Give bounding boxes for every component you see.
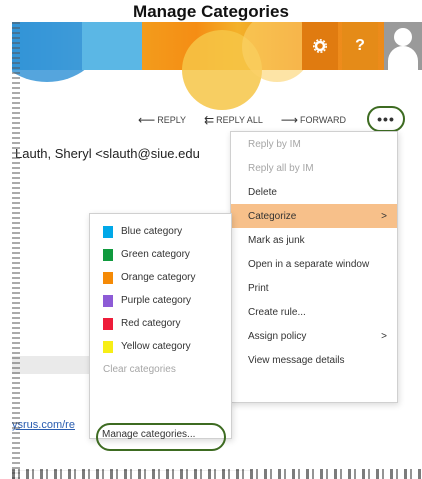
- manage-categories-item[interactable]: Manage categories...: [102, 429, 195, 440]
- category-item[interactable]: Red category: [90, 312, 231, 335]
- avatar-head: [394, 28, 412, 46]
- banner-shape: [82, 22, 142, 70]
- category-label: Red category: [121, 318, 181, 329]
- category-label: Purple category: [121, 295, 192, 306]
- reply-all-label: REPLY ALL: [216, 115, 263, 125]
- menu-item-label: Open in a separate window: [248, 258, 370, 270]
- category-item[interactable]: Blue category: [90, 220, 231, 243]
- avatar-body: [388, 46, 418, 70]
- menu-item[interactable]: Categorize >: [231, 204, 397, 228]
- outlook-screenshot: ? ⟵ REPLY ⇇ REPLY ALL ⟶ FORWARD ••• Laut…: [12, 22, 422, 479]
- category-label: Blue category: [121, 226, 183, 237]
- menu-item-label: Categorize: [248, 210, 297, 222]
- category-label: Green category: [121, 249, 190, 260]
- menu-item-label: Print: [248, 282, 269, 294]
- divider-bar: [12, 356, 92, 374]
- category-item[interactable]: Purple category: [90, 289, 231, 312]
- forward-button[interactable]: ⟶ FORWARD: [281, 113, 346, 127]
- menu-item[interactable]: View message details: [231, 348, 397, 372]
- menu-item[interactable]: Assign policy >: [231, 324, 397, 348]
- categorize-submenu: Blue category Green category Orange catego…: [89, 213, 232, 439]
- forward-arrow-icon: ⟶: [280, 113, 299, 127]
- reply-all-button[interactable]: ⇇ REPLY ALL: [204, 113, 263, 127]
- menu-item-label: Mark as junk: [248, 234, 305, 246]
- category-item[interactable]: Yellow category: [90, 335, 231, 358]
- category-color-swatch: [103, 248, 113, 261]
- menu-item: Reply by IM: [231, 132, 397, 156]
- torn-edge-bottom: [12, 469, 422, 479]
- gear-icon[interactable]: [302, 22, 338, 70]
- category-item[interactable]: Orange category: [90, 266, 231, 289]
- torn-edge-left: [12, 22, 20, 479]
- more-actions-button[interactable]: •••: [367, 106, 405, 132]
- menu-item-label: Reply all by IM: [248, 162, 314, 174]
- message-link[interactable]: ysrus.com/re: [12, 419, 75, 431]
- gear-icon-svg: [313, 39, 327, 53]
- reply-button[interactable]: ⟵ REPLY: [138, 113, 186, 127]
- help-button[interactable]: ?: [342, 22, 378, 70]
- sender-line: Lauth, Sheryl <slauth@siue.edu: [15, 146, 200, 161]
- user-avatar-icon[interactable]: [384, 22, 422, 70]
- category-color-swatch: [103, 294, 113, 307]
- reply-all-arrow-icon: ⇇: [204, 113, 215, 127]
- menu-item-label: Assign policy: [248, 330, 307, 342]
- clear-categories-item: Clear categories: [103, 364, 176, 375]
- message-action-bar: ⟵ REPLY ⇇ REPLY ALL ⟶ FORWARD: [138, 112, 346, 128]
- forward-label: FORWARD: [300, 115, 347, 125]
- menu-item[interactable]: Print: [231, 276, 397, 300]
- category-color-swatch: [103, 271, 113, 284]
- context-menu: Reply by IM Reply all by IM Delete Categori…: [230, 131, 398, 403]
- menu-item[interactable]: Mark as junk: [231, 228, 397, 252]
- menu-item-label: Reply by IM: [248, 138, 301, 150]
- category-color-swatch: [103, 340, 113, 353]
- menu-item[interactable]: Create rule...: [231, 300, 397, 324]
- category-item[interactable]: Green category: [90, 243, 231, 266]
- menu-item[interactable]: Open in a separate window: [231, 252, 397, 276]
- header-banner: ?: [12, 22, 422, 110]
- reply-arrow-icon: ⟵: [138, 113, 156, 127]
- category-label: Yellow category: [121, 341, 191, 352]
- page-title: Manage Categories: [133, 2, 289, 21]
- chevron-right-icon: >: [381, 210, 387, 222]
- menu-item-label: Delete: [248, 186, 277, 198]
- menu-item-label: Create rule...: [248, 306, 306, 318]
- reply-label: REPLY: [157, 115, 187, 125]
- chevron-right-icon: >: [381, 330, 387, 342]
- menu-item-label: View message details: [248, 354, 345, 366]
- menu-item: Reply all by IM: [231, 156, 397, 180]
- category-color-swatch: [103, 317, 113, 330]
- category-label: Orange category: [121, 272, 196, 283]
- category-color-swatch: [103, 225, 113, 238]
- menu-item[interactable]: Delete: [231, 180, 397, 204]
